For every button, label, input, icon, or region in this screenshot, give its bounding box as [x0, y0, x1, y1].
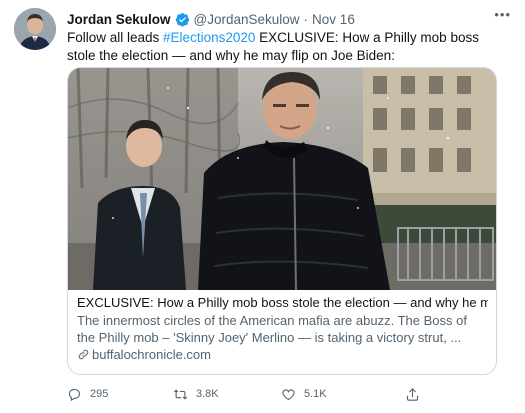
link-icon [77, 348, 90, 361]
separator-dot: · [303, 11, 309, 27]
tweet[interactable]: Jordan Sekulow @JordanSekulow · Nov 16 •… [0, 0, 525, 413]
card-description: The innermost circles of the American ma… [77, 313, 467, 345]
tweet-text: Follow all leads #Elections2020 EXCLUSIV… [67, 29, 507, 65]
card-domain: buffalochronicle.com [77, 346, 488, 363]
author-name[interactable]: Jordan Sekulow [67, 12, 171, 27]
card-image[interactable] [68, 68, 496, 290]
link-preview-card[interactable]: EXCLUSIVE: How a Philly mob boss stole t… [67, 67, 497, 375]
retweet-button[interactable]: 3.8K [173, 387, 219, 402]
card-body: EXCLUSIVE: How a Philly mob boss stole t… [77, 294, 488, 363]
avatar-photo [14, 8, 56, 50]
tweet-text-prefix: Follow all leads [67, 30, 164, 45]
news-photo [68, 68, 496, 290]
hashtag-link[interactable]: #Elections2020 [163, 30, 255, 45]
verified-badge-icon [175, 12, 190, 27]
share-button[interactable] [405, 387, 428, 402]
heart-icon [282, 388, 295, 400]
retweet-icon [173, 388, 188, 400]
avatar[interactable] [14, 8, 56, 50]
reply-icon [68, 388, 81, 401]
like-button[interactable]: 5.1K [281, 387, 327, 402]
tweet-actions: 295 3.8K 5.1K [67, 385, 507, 403]
more-options-icon[interactable]: ••• [494, 7, 511, 22]
author-handle[interactable]: @JordanSekulow [194, 12, 300, 27]
share-icon [406, 387, 419, 401]
card-title[interactable]: EXCLUSIVE: How a Philly mob boss stole t… [77, 294, 488, 311]
retweet-count: 3.8K [196, 388, 219, 400]
like-count: 5.1K [304, 388, 327, 400]
reply-count: 295 [90, 388, 109, 400]
tweet-date[interactable]: Nov 16 [312, 12, 355, 27]
tweet-header: Jordan Sekulow @JordanSekulow · Nov 16 [67, 9, 515, 29]
card-domain-text: buffalochronicle.com [92, 347, 211, 362]
reply-button[interactable]: 295 [67, 387, 108, 402]
